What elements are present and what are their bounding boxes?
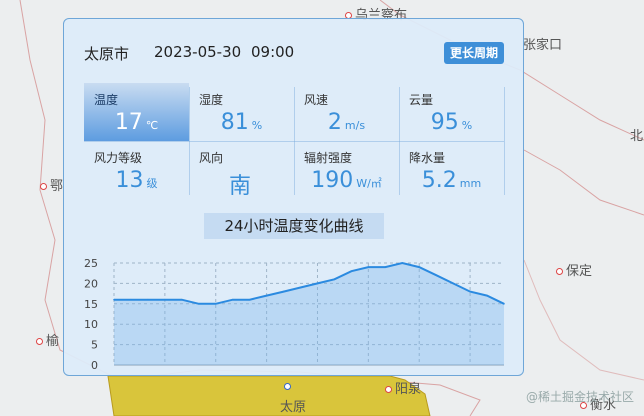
temperature-chart[interactable]: 0510152025 00:0003:0006:0009:0012:0015:0… [64,251,525,371]
long-period-button[interactable]: 更长周期 [444,42,504,64]
metric-value: 2 m/s [327,110,366,135]
grid-divider [504,87,505,195]
city-label: 保定 [556,260,592,279]
metrics-grid: 温度 17 ℃ 湿度 81% 风速 2 m/s 云量 95% 风力等级 13 级 风向… [84,83,505,199]
city-marker [385,386,392,393]
data-point [435,274,437,277]
metric-label: 风向 [199,151,224,165]
weather-info-panel: 太原市 2023-05-30 09:00 更长周期 温度 17 ℃ 湿度 81% … [63,18,524,376]
city-label: 鄂 [40,175,63,194]
metric-label: 风力等级 [94,151,143,165]
metric-label: 风速 [304,93,329,107]
metric-label: 湿度 [199,93,224,107]
city-label: 榆 [36,330,59,349]
time-label: 09:00 [251,43,295,61]
data-point [486,294,488,297]
data-point [316,282,319,285]
y-axis: 0 5 10 15 20 25 [84,257,98,371]
city-marker [36,338,43,345]
data-point [469,290,471,293]
data-point [282,290,285,293]
data-point [265,294,268,297]
metric-label: 云量 [409,93,434,107]
data-point [452,282,454,285]
data-point [367,266,370,268]
city-label: 张家口 [523,38,563,53]
metric-value: 5.2 mm [421,168,482,193]
metric-temperature[interactable]: 温度 17 ℃ [84,83,189,141]
grid-divider [84,141,504,142]
metric-value: 95% [430,110,473,135]
city-label: 太原 [280,400,307,415]
metric-value: 南 [228,174,251,199]
metric-label: 辐射强度 [304,151,353,165]
data-point [147,298,149,301]
location-label: 太原市 [84,45,130,63]
chart-area [114,263,504,365]
city-label [284,379,294,394]
data-point [181,298,183,301]
metric-cloud-cover[interactable]: 云量 95% [399,83,504,141]
data-point [418,266,421,268]
metric-label: 温度 [94,93,119,107]
metric-humidity[interactable]: 湿度 81% [189,83,294,141]
metric-radiation[interactable]: 辐射强度 190 W/㎡ [294,141,399,199]
watermark: @稀土掘金技术社区 [525,390,634,404]
y-tick-label: 10 [84,318,98,331]
data-point [164,298,166,301]
y-tick-label: 20 [84,277,98,290]
city-label: 北 [630,129,644,144]
chart-title: 24小时温度变化曲线 [204,213,384,239]
city-marker [40,183,47,190]
capital-marker [284,383,291,390]
area-fill [114,263,504,365]
data-point [401,262,404,264]
data-point [503,303,505,305]
y-tick-label: 15 [84,298,98,311]
data-point [231,298,234,301]
data-point [130,298,132,301]
province-fill-shanxi [107,375,431,416]
metric-value: 17 ℃ [114,110,159,135]
data-point [113,298,115,301]
metric-wind-direction[interactable]: 风向 南 [189,141,294,199]
y-tick-label: 0 [91,359,98,371]
y-tick-label: 5 [91,339,98,352]
data-point [333,278,336,281]
metric-precipitation[interactable]: 降水量 5.2 mm [399,141,504,199]
metric-wind-speed[interactable]: 风速 2 m/s [294,83,399,141]
data-point [197,303,200,305]
metric-wind-level[interactable]: 风力等级 13 级 [84,141,189,199]
city-marker [556,268,563,275]
data-point [384,266,387,268]
city-label: 阳泉 [385,378,421,397]
y-tick-label: 25 [84,257,98,270]
date-label: 2023-05-30 [154,43,242,61]
data-point [350,270,353,272]
metric-value: 190 W/㎡ [311,168,382,193]
data-point [248,298,251,301]
metric-label: 降水量 [409,151,446,165]
data-point [214,303,217,305]
metric-value: 81% [220,110,263,135]
metric-value: 13 级 [115,168,158,193]
data-point [299,286,302,289]
